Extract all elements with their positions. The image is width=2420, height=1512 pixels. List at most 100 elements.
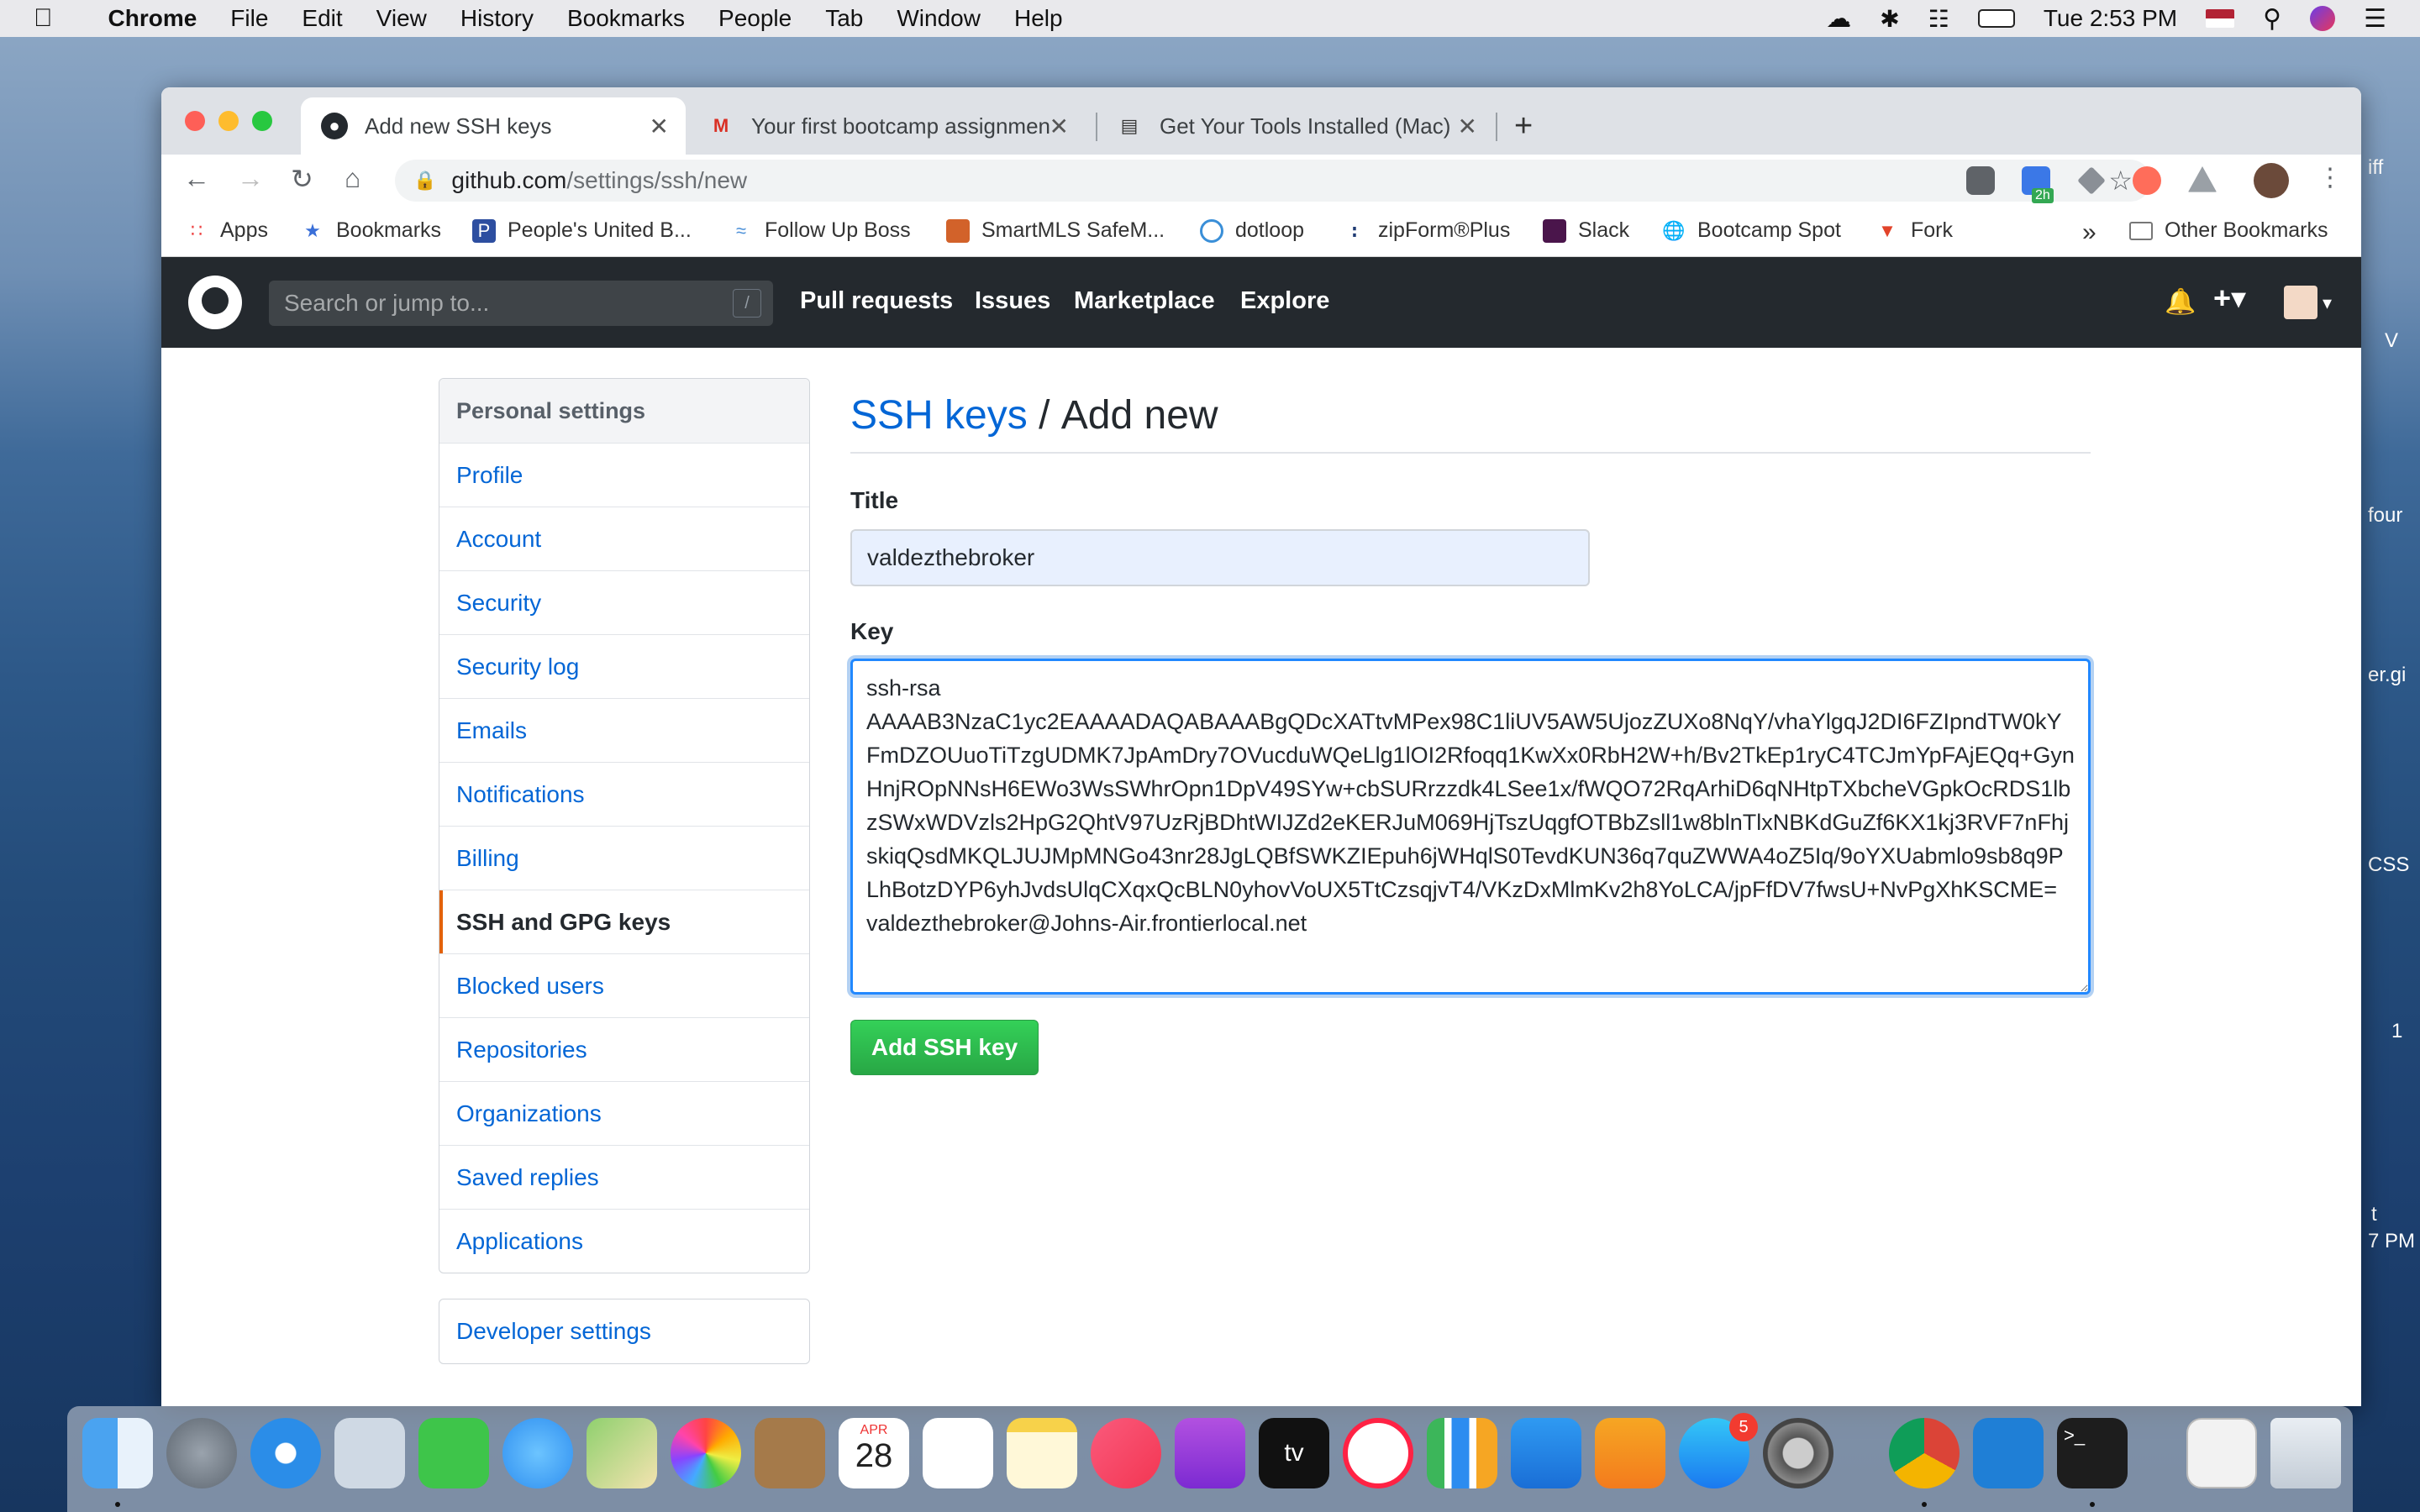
bookmark-follow-up-boss[interactable]: ≈ Follow Up Boss [729, 218, 911, 243]
messages-icon[interactable] [502, 1418, 573, 1488]
bookmark-dotloop[interactable]: dotloop [1200, 218, 1304, 243]
documents-stack-icon[interactable] [2186, 1418, 2257, 1488]
tab-add-ssh-keys[interactable]: ● Add new SSH keys ✕ [301, 97, 686, 155]
bookmark-bootcamp-spot[interactable]: 🌐 Bootcamp Spot [1662, 218, 1841, 243]
facetime-icon[interactable] [418, 1418, 489, 1488]
back-icon[interactable]: ← [183, 163, 210, 194]
calendar-icon[interactable]: APR 28 [839, 1418, 909, 1488]
sidebar-item-account[interactable]: Account [439, 507, 809, 570]
keynote-icon[interactable] [1511, 1418, 1581, 1488]
reload-icon[interactable]: ↻ [291, 163, 313, 195]
bookmark-smartmls[interactable]: SmartMLS SafeM... [946, 218, 1165, 243]
nav-explore[interactable]: Explore [1240, 287, 1329, 315]
system-preferences-icon[interactable] [1763, 1418, 1833, 1488]
apple-menu-icon[interactable]:  [34, 4, 53, 33]
profile-avatar[interactable] [2254, 163, 2289, 198]
key-textarea[interactable]: ssh-rsa AAAAB3NzaC1yc2EAAAADAQABAAABgQDc… [850, 659, 2091, 995]
sidebar-item-ssh-gpg-keys[interactable]: SSH and GPG keys [439, 890, 809, 953]
sidebar-item-blocked-users[interactable]: Blocked users [439, 953, 809, 1017]
sidebar-item-profile[interactable]: Profile [439, 443, 809, 507]
vscode-icon[interactable] [1973, 1418, 2044, 1488]
menubar-clock[interactable]: Tue 2:53 PM [2044, 5, 2177, 32]
forward-icon[interactable]: → [237, 163, 264, 194]
bell-icon[interactable]: 🔔 [2165, 287, 2196, 317]
menu-app-name[interactable]: Chrome [108, 5, 197, 32]
chrome-icon[interactable] [1889, 1418, 1960, 1488]
bookmarks-overflow-button[interactable]: » [2082, 218, 2096, 247]
bookmark-peoples-united[interactable]: P People's United B... [472, 218, 692, 243]
search-input[interactable]: Search or jump to... / [269, 281, 773, 326]
trash-icon[interactable] [2270, 1418, 2341, 1488]
chevron-down-icon[interactable]: ▾ [2323, 292, 2332, 314]
maps-icon[interactable] [587, 1418, 657, 1488]
menu-window[interactable]: Window [897, 5, 981, 32]
bookmark-zipform[interactable]: ։ zipForm®Plus [1343, 218, 1510, 243]
creative-cloud-icon[interactable]: ☁ [1826, 4, 1851, 34]
news-icon[interactable] [1343, 1418, 1413, 1488]
pages-icon[interactable] [1595, 1418, 1665, 1488]
sidebar-item-repositories[interactable]: Repositories [439, 1017, 809, 1081]
bookmark-fork[interactable]: ▼ Fork [1876, 218, 1953, 243]
numbers-icon[interactable] [1427, 1418, 1497, 1488]
finder-icon[interactable] [82, 1418, 153, 1488]
menu-tab[interactable]: Tab [825, 5, 863, 32]
mail-icon[interactable] [334, 1418, 405, 1488]
menu-people[interactable]: People [718, 5, 792, 32]
tab-bootcamp-assignment[interactable]: M Your first bootcamp assignmen ✕ [687, 97, 1086, 155]
bluetooth-icon[interactable]: ✱ [1880, 5, 1899, 33]
sidebar-item-billing[interactable]: Billing [439, 826, 809, 890]
user-avatar[interactable] [2284, 286, 2317, 319]
zoom-window-icon[interactable] [252, 111, 272, 131]
nav-marketplace[interactable]: Marketplace [1074, 287, 1215, 315]
lightbulb-extension-icon[interactable] [1966, 166, 1995, 195]
launchpad-icon[interactable] [166, 1418, 237, 1488]
bookmark-star-icon[interactable]: ☆ [2108, 165, 2133, 197]
lock-icon[interactable]: 🔒 [413, 170, 436, 192]
menu-bookmarks[interactable]: Bookmarks [567, 5, 685, 32]
add-ssh-key-button[interactable]: Add SSH key [850, 1020, 1039, 1075]
address-bar[interactable]: 🔒 github.com/settings/ssh/new ☆ [395, 160, 2151, 202]
spotlight-icon[interactable]: ⚲ [2263, 4, 2281, 34]
reminders-icon[interactable] [923, 1418, 993, 1488]
us-flag-icon[interactable] [2206, 9, 2235, 28]
sidebar-item-developer-settings[interactable]: Developer settings [439, 1299, 809, 1363]
photos-icon[interactable] [671, 1418, 741, 1488]
bookmark-bookmarks[interactable]: ★ Bookmarks [301, 218, 441, 243]
menu-file[interactable]: File [230, 5, 268, 32]
sidebar-item-emails[interactable]: Emails [439, 698, 809, 762]
minimize-window-icon[interactable] [218, 111, 239, 131]
ssh-keys-breadcrumb-link[interactable]: SSH keys [850, 392, 1028, 438]
menu-edit[interactable]: Edit [302, 5, 342, 32]
close-tab-icon[interactable]: ✕ [1050, 113, 1069, 140]
bookmark-apps[interactable]: ∷ Apps [185, 218, 268, 243]
wifi-icon[interactable]: ☷ [1928, 5, 1949, 33]
music-icon[interactable] [1091, 1418, 1161, 1488]
menu-view[interactable]: View [376, 5, 427, 32]
sidebar-item-security-log[interactable]: Security log [439, 634, 809, 698]
home-icon[interactable]: ⌂ [345, 163, 360, 194]
nav-pull-requests[interactable]: Pull requests [800, 287, 953, 315]
create-new-icon[interactable]: +▾ [2213, 281, 2246, 316]
close-tab-icon[interactable]: ✕ [650, 113, 669, 140]
new-tab-button[interactable]: + [1514, 97, 1533, 155]
sidebar-item-notifications[interactable]: Notifications [439, 762, 809, 826]
nav-issues[interactable]: Issues [975, 287, 1050, 315]
podcasts-icon[interactable] [1175, 1418, 1245, 1488]
tab-get-tools-installed[interactable]: ▤ Get Your Tools Installed (Mac) ✕ [1096, 97, 1494, 155]
close-tab-icon[interactable]: ✕ [1458, 113, 1477, 140]
apple-tv-icon[interactable]: tv [1259, 1418, 1329, 1488]
drive-extension-icon[interactable] [2188, 166, 2217, 192]
sidebar-item-saved-replies[interactable]: Saved replies [439, 1145, 809, 1209]
sidebar-item-applications[interactable]: Applications [439, 1209, 809, 1273]
bookmark-slack[interactable]: Slack [1543, 218, 1629, 243]
github-logo-icon[interactable] [188, 276, 242, 329]
notes-icon[interactable] [1007, 1418, 1077, 1488]
menu-history[interactable]: History [460, 5, 534, 32]
battery-icon[interactable] [1977, 9, 2015, 28]
siri-icon[interactable] [2310, 6, 2336, 31]
contacts-icon[interactable] [755, 1418, 825, 1488]
safari-icon[interactable] [250, 1418, 321, 1488]
notification-center-icon[interactable]: ☰ [2364, 4, 2386, 34]
menu-help[interactable]: Help [1014, 5, 1063, 32]
title-input[interactable] [850, 529, 1590, 586]
